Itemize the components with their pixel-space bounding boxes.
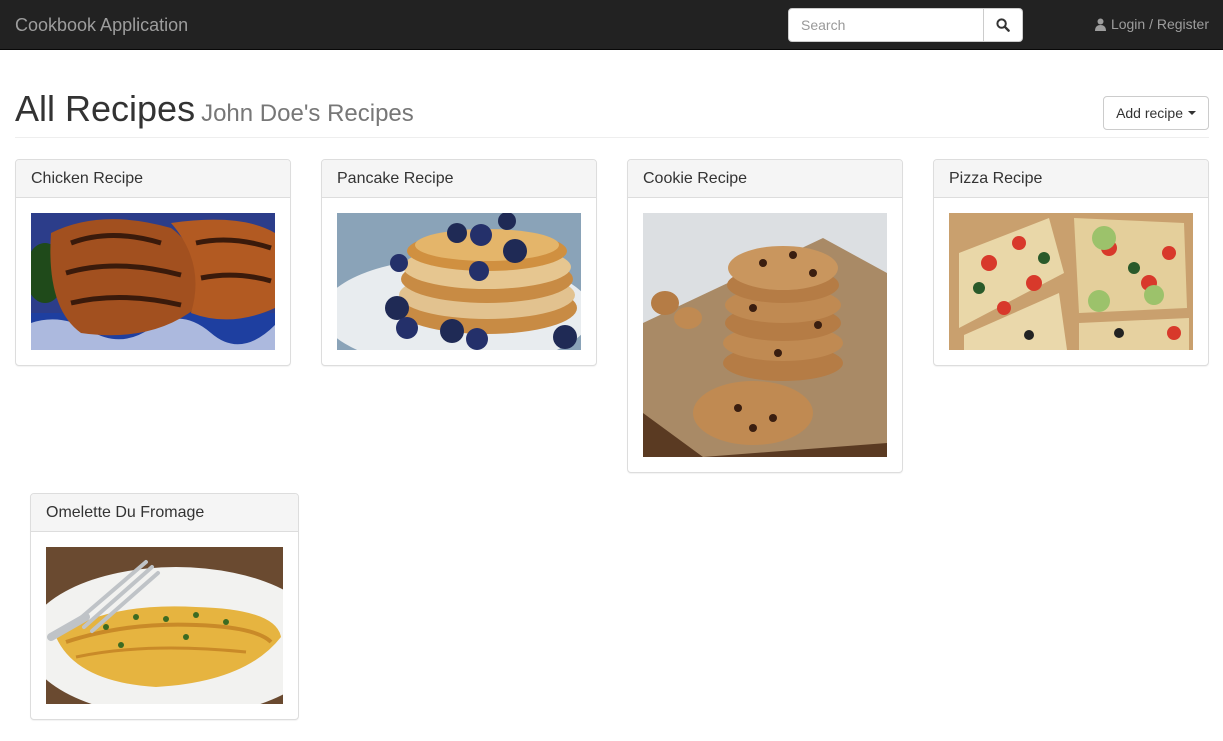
recipe-card-title: Cookie Recipe [628,160,902,198]
search-icon [996,18,1010,32]
recipe-card-title: Omelette Du Fromage [31,494,298,532]
page-title: All Recipes John Doe's Recipes [15,88,414,135]
login-register-link[interactable]: Login / Register [1094,16,1209,32]
search-button[interactable] [984,8,1023,42]
search-input[interactable] [788,8,984,42]
page-header: All Recipes John Doe's Recipes Add recipe [15,88,1209,138]
add-recipe-button[interactable]: Add recipe [1103,96,1209,130]
recipe-card-title: Chicken Recipe [16,160,290,198]
recipe-card-cookie[interactable]: Cookie Recipe [627,159,903,473]
page-title-text: All Recipes [15,88,196,129]
vegetable-pizza-photo [949,213,1193,350]
add-recipe-label: Add recipe [1116,105,1183,121]
grilled-chicken-photo [31,213,275,350]
recipe-card-title: Pancake Recipe [322,160,596,198]
blueberry-pancakes-photo [337,213,581,350]
cheese-omelette-photo [46,547,283,704]
recipe-card-pizza[interactable]: Pizza Recipe [933,159,1209,366]
chocolate-chip-cookies-photo [643,213,887,457]
search-form [788,8,1023,42]
user-icon [1094,18,1106,31]
recipe-card-chicken[interactable]: Chicken Recipe [15,159,291,366]
brand-link[interactable]: Cookbook Application [15,14,188,36]
login-register-label: Login / Register [1110,16,1209,32]
top-navbar: Cookbook Application Login / Register [0,0,1223,50]
recipe-card-pancake[interactable]: Pancake Recipe [321,159,597,366]
recipe-card-title: Pizza Recipe [934,160,1208,198]
caret-down-icon [1188,111,1196,115]
page-subtitle: John Doe's Recipes [201,100,414,127]
recipe-card-omelette[interactable]: Omelette Du Fromage [30,493,299,720]
